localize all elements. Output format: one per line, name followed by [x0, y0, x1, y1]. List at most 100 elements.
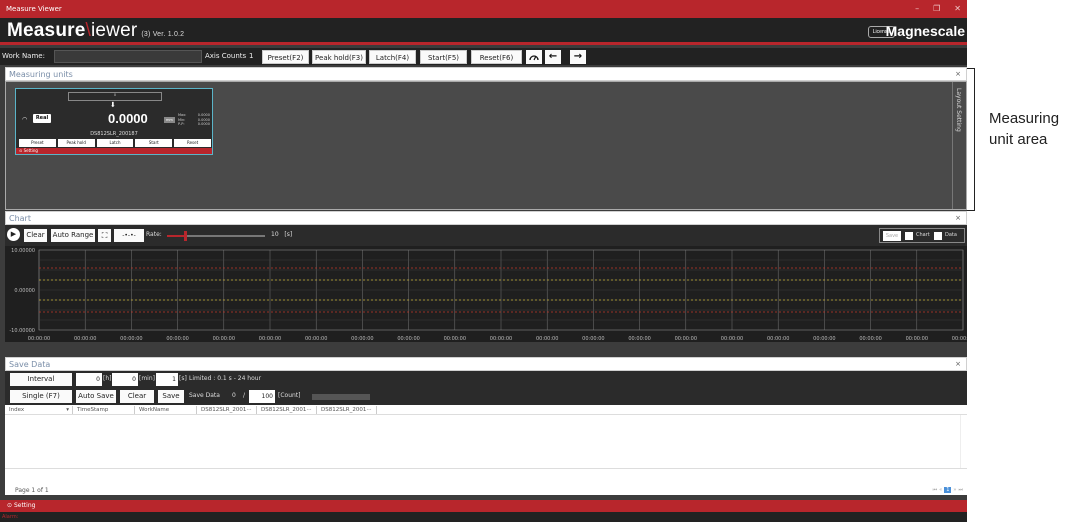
count-unit: [Count] [278, 392, 301, 399]
preset-button[interactable]: Preset(F2) [262, 50, 309, 64]
start-button[interactable]: Start(F5) [420, 50, 467, 64]
close-icon[interactable]: × [955, 68, 961, 81]
arrow-left-icon[interactable]: ← [545, 50, 561, 64]
x-tick-label: 00:00:00 [74, 336, 96, 342]
callout-line-2: unit area [989, 131, 1048, 148]
auto-range-button[interactable]: Auto Range [51, 229, 95, 242]
clear-data-button[interactable]: Clear [120, 390, 154, 403]
down-arrow-icon: ⬇ [110, 101, 116, 109]
card-start-button[interactable]: Start [135, 139, 173, 147]
seconds-input[interactable]: 1 [156, 373, 178, 386]
logo-measure: Measure [7, 20, 86, 41]
x-tick-label: 00:00:00 [305, 336, 327, 342]
save-data-header: Save Data × [5, 357, 967, 371]
column-workname[interactable]: WorkName [135, 406, 197, 414]
mode-badge[interactable]: Real [33, 114, 51, 123]
interval-button[interactable]: Interval [10, 373, 72, 386]
next-page-icon[interactable]: » [953, 487, 956, 493]
minimize-button[interactable]: – [915, 0, 919, 18]
chart-plot[interactable]: 00:00:00 00:00:00 00:00:00 00:00:00 00:00:00… [5, 246, 967, 342]
single-save-button[interactable]: Single (F7) [10, 390, 72, 403]
rate-value: 10 [s] [271, 231, 292, 238]
x-tick-label: 00:00:00 [721, 336, 743, 342]
work-name-input[interactable] [54, 50, 202, 63]
y-tick-label: 10.00000 [11, 248, 35, 254]
measuring-units-area: 0 ⬇ ◠ Real 0.0000 mm Max: 0.0000 Min: 0.00… [5, 81, 967, 210]
chart-clear-button[interactable]: Clear [24, 229, 47, 242]
close-button[interactable]: ✕ [954, 0, 961, 18]
column-axis-1[interactable]: DS812SLR_2001··· [197, 406, 257, 414]
x-tick-label: 00:00:00 [444, 336, 466, 342]
chart-save-button[interactable]: Save [883, 231, 901, 241]
latch-button[interactable]: Latch(F4) [369, 50, 416, 64]
work-name-label: Work Name: [2, 52, 45, 60]
last-page-icon[interactable]: ⏭ [958, 487, 963, 493]
data-checkbox-label: Data [945, 232, 957, 238]
gauge-icon: ◠ [22, 116, 28, 123]
axis-counts-value: 1 [249, 52, 254, 60]
measuring-unit-card[interactable]: 0 ⬇ ◠ Real 0.0000 mm Max: 0.0000 Min: 0.00… [15, 88, 213, 155]
play-icon[interactable]: ▶ [7, 228, 20, 241]
chart-checkbox[interactable] [905, 232, 913, 240]
card-reset-button[interactable]: Reset [174, 139, 211, 147]
measuring-units-header: Measuring units × [5, 67, 967, 81]
first-page-icon[interactable]: ⏮ [933, 487, 938, 493]
stat-pp: P-P: 0.0000 [178, 122, 210, 126]
x-tick-label: 00:00:00 [767, 336, 789, 342]
x-tick-label: 00:00:00 [952, 336, 967, 342]
chart-svg: 00:00:00 00:00:00 00:00:00 00:00:00 00:00:00… [9, 248, 967, 342]
rate-slider[interactable] [167, 231, 265, 241]
callout-bracket [967, 68, 975, 211]
gauge-icon[interactable] [526, 50, 542, 64]
hours-input[interactable]: 0 [76, 373, 102, 386]
x-tick-label: 00:00:00 [628, 336, 650, 342]
restore-button[interactable]: ❐ [933, 0, 940, 18]
card-peak-hold-button[interactable]: Peak hold [57, 139, 95, 147]
column-index[interactable]: Index ▾ [5, 406, 73, 414]
measuring-units-title: Measuring units [9, 70, 73, 79]
line-style-icon[interactable]: -•-•- [114, 229, 144, 242]
logo-viewer: iewer [90, 20, 138, 41]
app-logo: Measure\iewer (3) Ver. 1.0.2 [7, 20, 184, 42]
card-setting-bar[interactable]: ⊙ Setting [16, 148, 212, 154]
annotation-callout: Measuring unit area [967, 66, 1087, 211]
main-toolbar: Work Name: Axis Counts 1 Preset(F2) Peak… [0, 48, 967, 65]
window-title: Measure Viewer [6, 5, 62, 13]
fit-icon[interactable]: ⛶ [98, 229, 111, 242]
save-data-action-bar: Single (F7) Auto Save Clear Save Save Da… [5, 388, 967, 405]
prev-page-icon[interactable]: « [939, 487, 942, 493]
column-axis-3[interactable]: DS812SLR_2001··· [317, 406, 377, 414]
page-info: Page 1 of 1 [15, 487, 49, 494]
setting-bar[interactable]: ⊙ Setting [0, 500, 967, 512]
save-data-button[interactable]: Save [158, 390, 184, 403]
save-data-label: Save Data [189, 392, 220, 399]
column-timestamp[interactable]: TimeStamp [73, 406, 135, 414]
count-separator: / [243, 392, 246, 399]
count-total-input[interactable]: 100 [249, 390, 275, 403]
x-tick-label: 00:00:00 [351, 336, 373, 342]
auto-save-button[interactable]: Auto Save [76, 390, 116, 403]
data-checkbox[interactable] [934, 232, 942, 240]
reset-button[interactable]: Reset(F6) [471, 50, 522, 64]
pager: ⏮ « 1 » ⏭ [933, 487, 963, 493]
x-tick-label: 00:00:00 [675, 336, 697, 342]
close-icon[interactable]: × [955, 212, 961, 225]
rate-slider-thumb[interactable] [183, 231, 187, 241]
column-axis-2[interactable]: DS812SLR_2001··· [257, 406, 317, 414]
rate-label: Rate: [146, 231, 162, 238]
magnescale-logo: Magnescale [885, 23, 965, 39]
callout-line-1: Measuring [989, 110, 1060, 127]
card-preset-button[interactable]: Preset [19, 139, 56, 147]
card-latch-button[interactable]: Latch [96, 139, 134, 147]
chart-save-group: Save Chart Data [879, 228, 965, 243]
vertical-scrollbar[interactable] [960, 415, 967, 468]
chart-toolbar: ▶ Clear Auto Range ⛶ -•-•- Rate: 10 [s] … [5, 225, 967, 246]
peak-hold-button[interactable]: Peak hold(F3) [312, 50, 366, 64]
layout-setting-tab[interactable]: Layout Setting [952, 82, 966, 209]
current-page[interactable]: 1 [944, 487, 952, 493]
x-tick-label: 00:00:00 [28, 336, 50, 342]
close-icon[interactable]: × [955, 358, 961, 371]
minutes-input[interactable]: 0 [112, 373, 138, 386]
arrow-right-icon[interactable]: → [570, 50, 586, 64]
y-tick-label: 0.00000 [14, 288, 35, 294]
